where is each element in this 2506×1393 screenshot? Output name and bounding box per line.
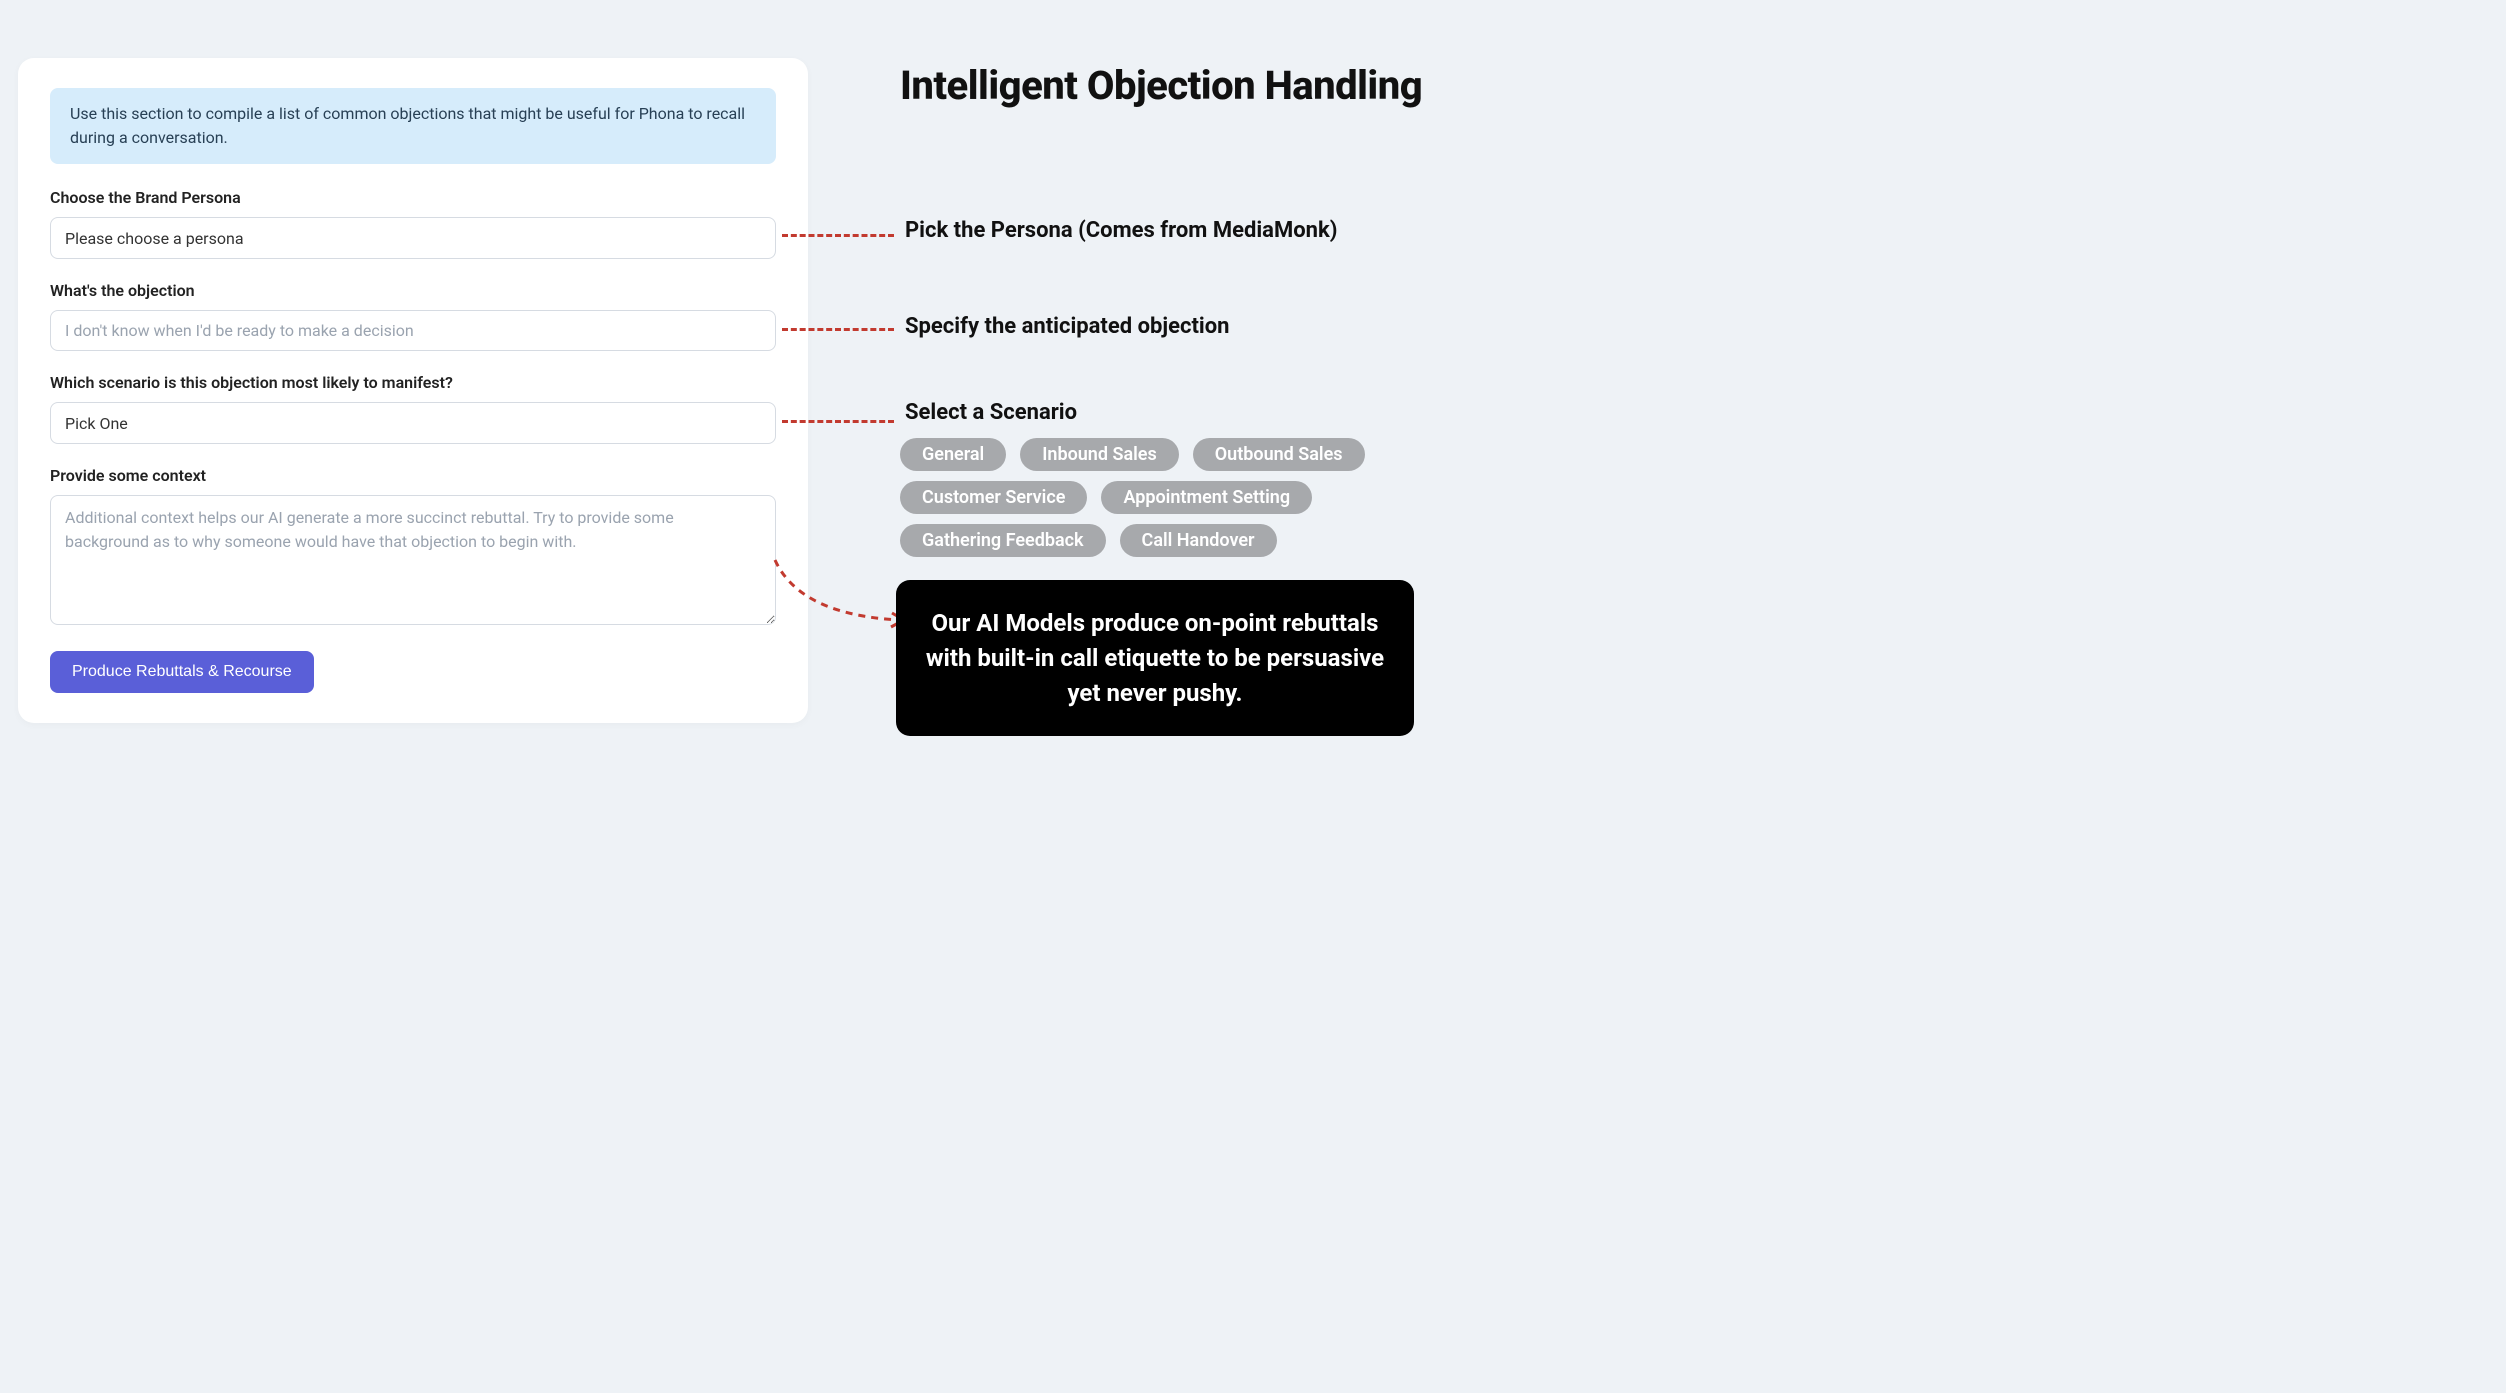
connector-curve-callout bbox=[770, 555, 910, 635]
objection-group: What's the objection bbox=[50, 281, 776, 351]
scenario-pill: Appointment Setting bbox=[1101, 481, 1312, 514]
scenario-select[interactable]: Pick One bbox=[50, 402, 776, 444]
connector-line-scenario bbox=[782, 420, 894, 423]
scenario-group: Which scenario is this objection most li… bbox=[50, 373, 776, 444]
annotation-scenario: Select a Scenario bbox=[905, 400, 1077, 425]
page-title: Intelligent Objection Handling bbox=[900, 62, 1422, 109]
context-group: Provide some context bbox=[50, 466, 776, 629]
connector-line-objection bbox=[782, 328, 894, 331]
scenario-label: Which scenario is this objection most li… bbox=[50, 373, 776, 392]
annotation-persona: Pick the Persona (Comes from MediaMonk) bbox=[905, 218, 1337, 243]
scenario-pill: Call Handover bbox=[1120, 524, 1277, 557]
info-banner: Use this section to compile a list of co… bbox=[50, 88, 776, 164]
ai-callout-box: Our AI Models produce on-point rebuttals… bbox=[896, 580, 1414, 736]
scenario-pill: Gathering Feedback bbox=[900, 524, 1106, 557]
scenario-pill-list: General Inbound Sales Outbound Sales Cus… bbox=[900, 438, 1440, 557]
scenario-pill: Inbound Sales bbox=[1020, 438, 1179, 471]
persona-select[interactable]: Please choose a persona bbox=[50, 217, 776, 259]
objection-label: What's the objection bbox=[50, 281, 776, 300]
annotation-objection: Specify the anticipated objection bbox=[905, 314, 1229, 339]
produce-rebuttals-button[interactable]: Produce Rebuttals & Recourse bbox=[50, 651, 314, 693]
context-label: Provide some context bbox=[50, 466, 776, 485]
context-textarea[interactable] bbox=[50, 495, 776, 625]
objection-input[interactable] bbox=[50, 310, 776, 351]
scenario-pill: Customer Service bbox=[900, 481, 1087, 514]
persona-group: Choose the Brand Persona Please choose a… bbox=[50, 188, 776, 259]
scenario-pill: General bbox=[900, 438, 1006, 471]
connector-line-persona bbox=[782, 234, 894, 237]
objection-form-card: Use this section to compile a list of co… bbox=[18, 58, 808, 723]
persona-label: Choose the Brand Persona bbox=[50, 188, 776, 207]
scenario-pill: Outbound Sales bbox=[1193, 438, 1365, 471]
